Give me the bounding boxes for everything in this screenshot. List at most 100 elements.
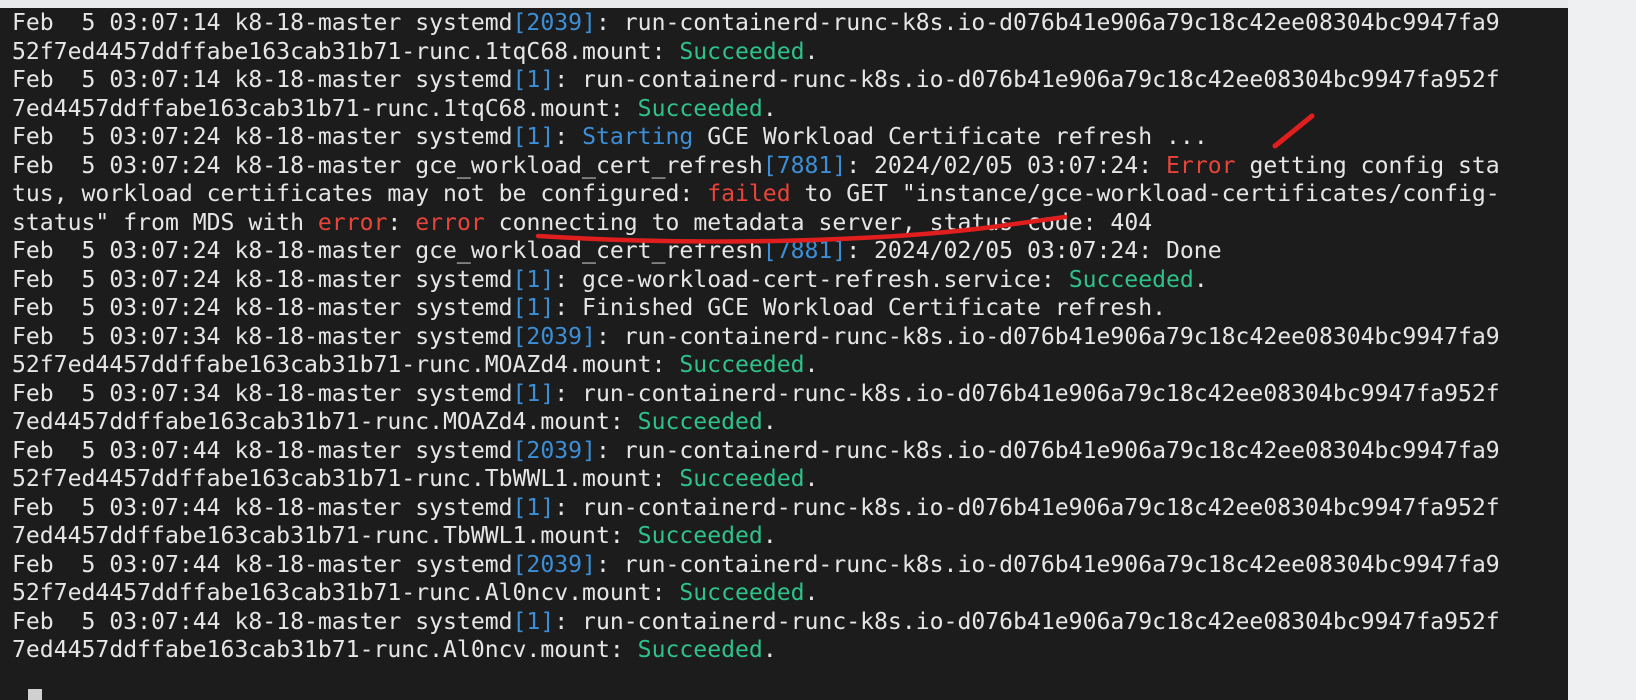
terminal-window[interactable]: Feb 5 03:07:14 k8-18-master systemd[2039… [0,0,1636,700]
pid-text: [2039] [512,437,596,464]
log-text: . [804,580,819,606]
log-text: Feb 5 03:07:24 k8-18-master gce_workload… [12,152,763,179]
log-text: . [762,637,777,663]
log-text: . [804,38,819,65]
log-text: Feb 5 03:07:44 k8-18-master systemd [12,494,513,521]
log-text: 7ed4457ddffabe163cab31b71-runc.Al0ncv.mo… [12,637,638,663]
pid-text: [2039] [512,551,596,578]
log-text: 7ed4457ddffabe163cab31b71-runc.TbWWL1.mo… [12,523,638,549]
pid-text: [1] [512,494,555,521]
pid-text: [1] [512,124,555,150]
pid-text: [7881] [762,152,847,179]
log-text: 52f7ed4457ddffabe163cab31b71-runc.1tqC68… [12,38,680,65]
error-text: Error [1166,152,1236,179]
terminal-cursor [28,689,42,700]
log-text: GCE Workload Certificate refresh ... [693,124,1208,150]
log-line: 7ed4457ddffabe163cab31b71-runc.MOAZd4.mo… [12,408,1632,437]
status-succeeded: Succeeded [637,523,763,549]
log-line: 7ed4457ddffabe163cab31b71-runc.1tqC68.mo… [12,95,1632,124]
log-text: : run-containerd-runc-k8s.io-d076b41e906… [595,10,1500,36]
status-succeeded: Succeeded [637,95,763,122]
error-text: error [415,209,485,236]
log-text: 52f7ed4457ddffabe163cab31b71-runc.MOAZd4… [12,352,680,378]
log-text: : [387,209,416,236]
log-text: . [762,409,777,435]
log-text: . [762,95,777,122]
log-line: 52f7ed4457ddffabe163cab31b71-runc.1tqC68… [12,38,1632,67]
log-text: getting config sta [1235,152,1500,179]
log-text: 7ed4457ddffabe163cab31b71-runc.MOAZd4.mo… [12,409,638,435]
log-line: Feb 5 03:07:14 k8-18-master systemd[2039… [12,9,1632,38]
status-succeeded: Succeeded [679,38,805,65]
log-text: : 2024/02/05 03:07:24: [846,152,1167,179]
status-succeeded: Succeeded [637,409,763,435]
log-line: Feb 5 03:07:24 k8-18-master systemd[1]: … [12,294,1632,323]
log-text: . [1193,266,1208,293]
log-line: Feb 5 03:07:14 k8-18-master systemd[1]: … [12,66,1632,95]
log-text: . [804,352,819,378]
log-text: 52f7ed4457ddffabe163cab31b71-runc.TbWWL1… [12,466,680,492]
log-text: Feb 5 03:07:14 k8-18-master systemd [12,10,513,36]
log-text: : 2024/02/05 03:07:24: Done [846,238,1222,264]
log-line: tus, workload certificates may not be co… [12,180,1632,209]
log-text: connecting to metadata server, status co… [484,209,1153,236]
log-text: Feb 5 03:07:24 k8-18-master systemd [12,295,513,321]
log-line: 7ed4457ddffabe163cab31b71-runc.TbWWL1.mo… [12,522,1632,551]
pid-text: [1] [512,266,555,293]
window-top-edge [0,0,1636,8]
status-succeeded: Succeeded [1068,266,1194,293]
log-line: Feb 5 03:07:24 k8-18-master systemd[1]: … [12,123,1632,152]
log-text: Feb 5 03:07:24 k8-18-master gce_workload… [12,238,763,264]
status-succeeded: Succeeded [679,352,805,378]
pid-text: [1] [512,67,555,93]
log-text: 7ed4457ddffabe163cab31b71-runc.1tqC68.mo… [12,95,638,122]
log-line: Feb 5 03:07:34 k8-18-master systemd[2039… [12,323,1632,352]
log-line: 52f7ed4457ddffabe163cab31b71-runc.MOAZd4… [12,351,1632,380]
log-text: : run-containerd-runc-k8s.io-d076b41e906… [554,494,1500,521]
keyword-text: Starting [582,124,694,150]
log-text: : run-containerd-runc-k8s.io-d076b41e906… [595,437,1500,464]
log-text: : Finished GCE Workload Certificate refr… [554,295,1167,321]
pid-text: [2039] [512,323,596,350]
log-text: : [554,124,583,150]
error-text: error [317,209,388,236]
log-output[interactable]: Feb 5 03:07:14 k8-18-master systemd[2039… [12,9,1632,665]
log-text: Feb 5 03:07:34 k8-18-master systemd [12,380,513,407]
log-line: 7ed4457ddffabe163cab31b71-runc.Al0ncv.mo… [12,636,1632,665]
log-text: : run-containerd-runc-k8s.io-d076b41e906… [595,323,1500,350]
log-text: . [762,523,777,549]
log-text: : run-containerd-runc-k8s.io-d076b41e906… [554,608,1500,635]
log-line: Feb 5 03:07:44 k8-18-master systemd[2039… [12,551,1632,580]
error-text: failed [707,181,791,207]
log-text: : run-containerd-runc-k8s.io-d076b41e906… [554,67,1500,93]
status-succeeded: Succeeded [679,580,805,606]
log-text: : gce-workload-cert-refresh.service: [554,266,1069,293]
pid-text: [1] [512,380,555,407]
log-line: 52f7ed4457ddffabe163cab31b71-runc.TbWWL1… [12,465,1632,494]
pid-text: [1] [512,608,555,635]
log-text: Feb 5 03:07:44 k8-18-master systemd [12,437,513,464]
log-line: 52f7ed4457ddffabe163cab31b71-runc.Al0ncv… [12,579,1632,608]
log-text: Feb 5 03:07:44 k8-18-master systemd [12,608,513,635]
log-line: Feb 5 03:07:24 k8-18-master systemd[1]: … [12,266,1632,295]
status-succeeded: Succeeded [637,637,763,663]
pid-text: [2039] [512,10,596,36]
log-line: Feb 5 03:07:44 k8-18-master systemd[1]: … [12,494,1632,523]
log-text: Feb 5 03:07:24 k8-18-master systemd [12,124,513,150]
log-line: Feb 5 03:07:34 k8-18-master systemd[1]: … [12,380,1632,409]
log-text: Feb 5 03:07:44 k8-18-master systemd [12,551,513,578]
log-text: . [804,466,819,492]
log-line: Feb 5 03:07:24 k8-18-master gce_workload… [12,152,1632,181]
log-text: status" from MDS with [12,209,318,236]
log-text: : run-containerd-runc-k8s.io-d076b41e906… [554,380,1500,407]
pid-text: [1] [512,295,555,321]
log-line: Feb 5 03:07:44 k8-18-master systemd[1]: … [12,608,1632,637]
log-text: Feb 5 03:07:34 k8-18-master systemd [12,323,513,350]
log-line: status" from MDS with error: error conne… [12,209,1632,238]
status-succeeded: Succeeded [679,466,805,492]
log-line: Feb 5 03:07:44 k8-18-master systemd[2039… [12,437,1632,466]
pid-text: [7881] [762,238,847,264]
log-line: Feb 5 03:07:24 k8-18-master gce_workload… [12,237,1632,266]
log-text: tus, workload certificates may not be co… [12,181,708,207]
log-text: Feb 5 03:07:14 k8-18-master systemd [12,67,513,93]
